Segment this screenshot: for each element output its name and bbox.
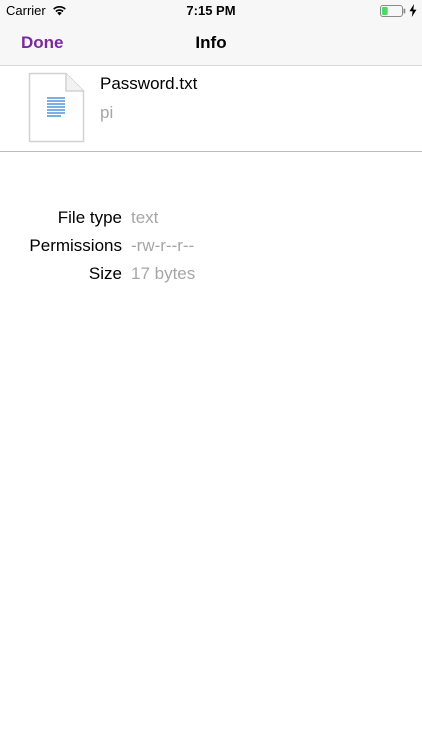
info-row-permissions: Permissions -rw-r--r-- (0, 236, 422, 264)
navigation-bar: Done Info (0, 22, 422, 66)
file-name: Password.txt (100, 74, 198, 93)
info-value: -rw-r--r-- (131, 236, 195, 255)
info-row-file-type: File type text (0, 208, 422, 236)
file-info-table: File type text Permissions -rw-r--r-- Si… (0, 208, 422, 292)
info-value: 17 bytes (131, 264, 196, 283)
file-header: Password.txt pi (0, 66, 422, 152)
info-label: Size (88, 264, 122, 283)
file-subtitle: pi (100, 103, 114, 122)
info-label: File type (57, 208, 122, 227)
text-document-icon (28, 72, 85, 143)
charging-bolt-icon (409, 4, 417, 17)
info-row-size: Size 17 bytes (0, 264, 422, 292)
info-value: text (131, 208, 159, 227)
status-bar: Carrier 7:15 PM (0, 0, 422, 22)
info-label: Permissions (29, 236, 122, 255)
page-title: Info (195, 33, 227, 52)
clock: 7:15 PM (186, 3, 236, 18)
battery-icon (380, 5, 406, 17)
